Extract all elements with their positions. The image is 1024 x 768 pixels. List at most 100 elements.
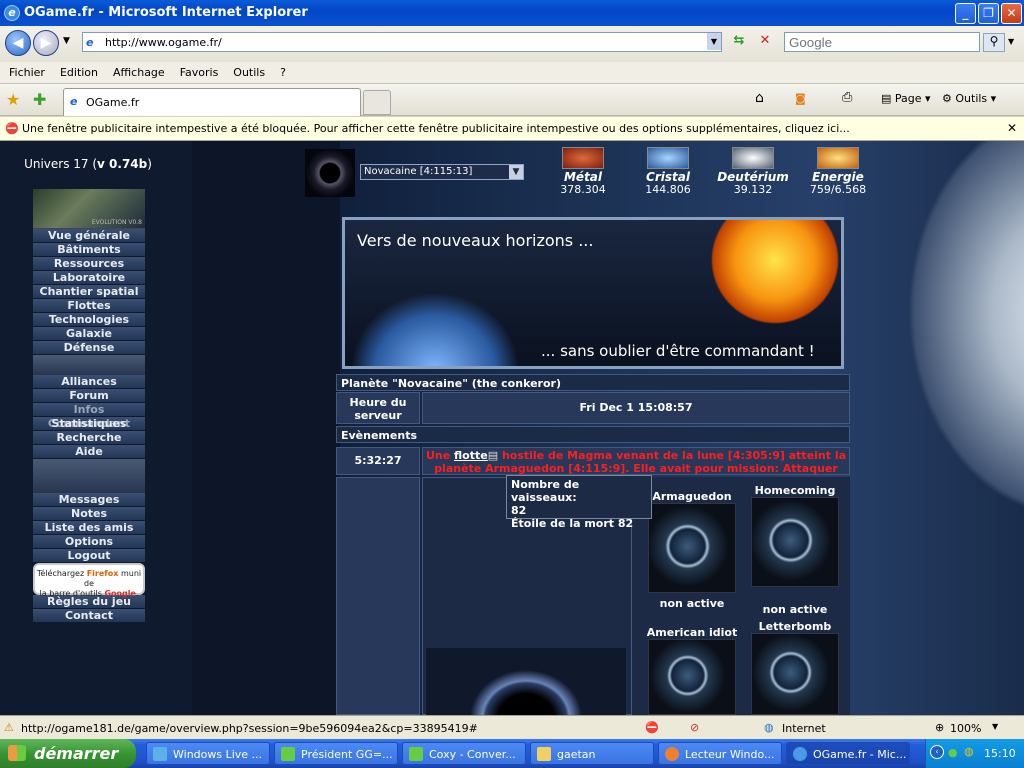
moon-name[interactable]: Letterbomb bbox=[747, 620, 843, 633]
close-button[interactable]: ✕ bbox=[1001, 3, 1022, 24]
taskbar-item[interactable]: gaetan bbox=[530, 742, 654, 765]
sidebar-item-vue-generale[interactable]: Vue générale bbox=[33, 229, 145, 243]
sidebar-item-aide[interactable]: Aide bbox=[33, 445, 145, 459]
privacy-icon[interactable]: ⊘ bbox=[690, 721, 699, 734]
server-time: Fri Dec 1 15:08:57 bbox=[422, 392, 850, 424]
network-tray-icon[interactable]: ◍ bbox=[964, 745, 974, 758]
sidebar-menu: EVOLUTION V0.8 Vue générale Bâtiments Re… bbox=[33, 189, 145, 623]
moon-image[interactable] bbox=[648, 639, 736, 715]
ie-icon bbox=[793, 747, 807, 761]
event-countdown: 5:32:27 bbox=[336, 447, 420, 475]
sidebar-item-chantier-spatial[interactable]: Chantier spatial bbox=[33, 285, 145, 299]
taskbar-item-active[interactable]: OGame.fr - Mic... bbox=[786, 742, 910, 765]
sidebar-item-liste-des-amis[interactable]: Liste des amis bbox=[33, 521, 145, 535]
favorites-star-icon[interactable]: ★ bbox=[6, 90, 20, 109]
moon-image[interactable] bbox=[751, 633, 839, 715]
moon-name[interactable]: American idiot bbox=[644, 626, 740, 639]
sidebar-item-messages[interactable]: Messages bbox=[33, 493, 145, 507]
sidebar-item-laboratoire[interactable]: Laboratoire bbox=[33, 271, 145, 285]
menu-affichage[interactable]: Affichage bbox=[113, 66, 165, 79]
moon-name[interactable]: Homecoming bbox=[747, 484, 843, 497]
event-message: Une flotte▤ hostile de Magma venant de l… bbox=[422, 447, 850, 475]
tab-ogame[interactable]: e OGame.fr bbox=[63, 88, 361, 116]
sidebar-item-ressources[interactable]: Ressources bbox=[33, 257, 145, 271]
print-icon[interactable]: ⎙ bbox=[842, 90, 852, 105]
taskbar-item-label: Windows Live ... bbox=[173, 748, 263, 761]
menu-outils[interactable]: Outils bbox=[233, 66, 265, 79]
popup-blocked-status-icon[interactable]: ⛔ bbox=[645, 721, 659, 734]
windows-flag-icon bbox=[8, 745, 26, 761]
planet-select[interactable]: Novacaine [4:115:13] ▼ bbox=[360, 164, 524, 180]
moon-name[interactable]: Armaguedon bbox=[644, 490, 740, 503]
sidebar-item-notes[interactable]: Notes bbox=[33, 507, 145, 521]
chat-icon bbox=[281, 747, 295, 761]
start-button[interactable]: démarrer bbox=[0, 739, 136, 768]
feeds-icon[interactable]: ◙ bbox=[795, 92, 806, 105]
refresh-icon[interactable]: ⇆ bbox=[729, 33, 749, 51]
resource-deuterium: Deutérium 39.132 bbox=[713, 147, 793, 196]
sidebar-item-options[interactable]: Options bbox=[33, 535, 145, 549]
menu-edition[interactable]: Edition bbox=[60, 66, 98, 79]
taskbar-item[interactable]: Windows Live ... bbox=[146, 742, 270, 765]
resource-value: 39.132 bbox=[733, 183, 773, 196]
address-input[interactable]: e http://www.ogame.fr/ bbox=[82, 32, 722, 52]
game-version: v 0.74b bbox=[97, 157, 148, 171]
home-icon[interactable]: ⌂ bbox=[755, 90, 764, 106]
doc-icon: ▤ bbox=[487, 449, 499, 462]
zoom-level[interactable]: 100% bbox=[950, 722, 981, 735]
back-button[interactable]: ◀ bbox=[5, 30, 31, 56]
ie-icon: e bbox=[4, 5, 20, 21]
sidebar-item-recherche[interactable]: Recherche bbox=[33, 431, 145, 445]
popup-bar-close-icon[interactable]: ✕ bbox=[1007, 121, 1017, 135]
address-dropdown-icon[interactable]: ▼ bbox=[707, 33, 721, 50]
sidebar-item-galaxie[interactable]: Galaxie bbox=[33, 327, 145, 341]
taskbar-item[interactable]: Lecteur Windo... bbox=[658, 742, 782, 765]
sidebar-item-logout[interactable]: Logout bbox=[33, 549, 145, 563]
taskbar-item[interactable]: Président GG=... bbox=[274, 742, 398, 765]
server-time-label: Heure du serveur bbox=[336, 392, 420, 424]
menu-favoris[interactable]: Favoris bbox=[180, 66, 219, 79]
new-tab-button[interactable] bbox=[363, 90, 391, 115]
sidebar-item-regles-du-jeu[interactable]: Règles du jeu bbox=[33, 595, 145, 609]
search-input[interactable] bbox=[784, 32, 980, 52]
promo-banner-image: Vers de nouveaux horizons ... ... sans o… bbox=[342, 217, 844, 369]
sidebar-item-technologies[interactable]: Technologies bbox=[33, 313, 145, 327]
minimize-button[interactable]: _ bbox=[955, 3, 976, 24]
taskbar-item[interactable]: Coxy - Conver... bbox=[402, 742, 526, 765]
popup-blocker-bar[interactable]: ⛔ Une fenêtre publicitaire intempestive … bbox=[0, 117, 1024, 141]
planet-image[interactable] bbox=[426, 648, 626, 715]
sidebar-item-batiments[interactable]: Bâtiments bbox=[33, 243, 145, 257]
sidebar-item-alliances[interactable]: Alliances bbox=[33, 375, 145, 389]
menu-fichier[interactable]: Fichier bbox=[9, 66, 45, 79]
zoom-icon[interactable]: ⊕ bbox=[935, 721, 944, 734]
planet-select-value: Novacaine [4:115:13] bbox=[364, 166, 473, 177]
tray-expand-icon[interactable]: ‹ bbox=[930, 745, 944, 759]
zoom-dropdown-icon[interactable]: ▼ bbox=[992, 722, 998, 731]
maximize-button[interactable]: ❐ bbox=[978, 3, 999, 24]
forward-button[interactable]: ▶ bbox=[33, 30, 59, 56]
add-favorite-icon[interactable]: ✚ bbox=[33, 90, 46, 109]
event-fleet-link[interactable]: flotte bbox=[454, 449, 488, 462]
search-button[interactable]: ⚲ bbox=[983, 33, 1005, 52]
universe-name: Univers 17 ( bbox=[24, 157, 98, 171]
messenger-tray-icon[interactable]: ● bbox=[948, 746, 958, 759]
search-options-icon[interactable]: ▼ bbox=[1008, 37, 1014, 46]
sidebar-item-flottes[interactable]: Flottes bbox=[33, 299, 145, 313]
stop-icon[interactable]: ✕ bbox=[755, 33, 775, 51]
sidebar-item-contact[interactable]: Contact bbox=[33, 609, 145, 623]
warning-icon: ⚠ bbox=[4, 721, 14, 734]
planet-thumbnail[interactable] bbox=[305, 149, 355, 197]
page-menu-label: Page bbox=[894, 92, 922, 105]
menu-help[interactable]: ? bbox=[280, 66, 286, 79]
taskbar-item-label: Coxy - Conver... bbox=[429, 748, 516, 761]
page-menu[interactable]: ▤ Page ▾ bbox=[881, 92, 931, 105]
tools-menu[interactable]: ⚙ Outils ▾ bbox=[942, 92, 996, 105]
resource-value: 144.806 bbox=[645, 183, 691, 196]
sidebar-item-infos-commandant[interactable]: Infos Commandant bbox=[33, 403, 145, 430]
history-dropdown-icon[interactable]: ▼ bbox=[63, 36, 70, 46]
sidebar-item-defense[interactable]: Défense bbox=[33, 341, 145, 355]
moon-image[interactable] bbox=[751, 497, 839, 587]
moon-image[interactable] bbox=[648, 503, 736, 593]
sidebar-item-forum[interactable]: Forum bbox=[33, 389, 145, 403]
firefox-promo-banner[interactable]: Téléchargez Firefox muni de la barre d'o… bbox=[33, 563, 145, 598]
